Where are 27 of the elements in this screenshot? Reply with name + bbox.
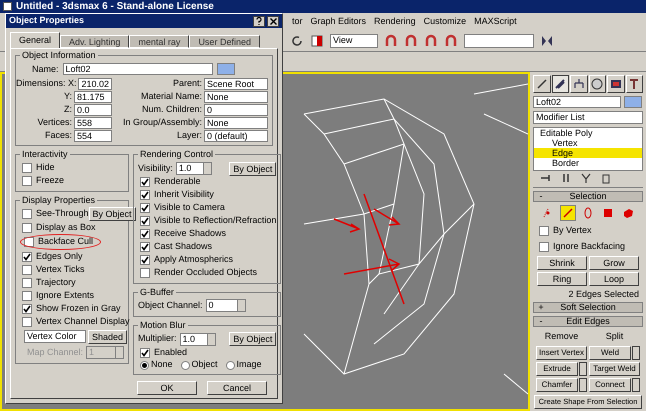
window-title: Untitled - 3dsmax 6 - Stand-alone License <box>16 2 214 12</box>
field-label: Visibility: <box>138 162 173 175</box>
field-label: Faces: <box>44 129 72 142</box>
field-label: Map Channel: <box>26 346 83 359</box>
group-title: Motion Blur <box>139 318 187 332</box>
field-label: Y: <box>64 90 72 104</box>
field-label: Multiplier: <box>138 332 177 346</box>
field-label: In Group/Assembly: <box>122 116 202 130</box>
group-title: Interactivity <box>21 148 69 161</box>
group-title: Object Information <box>21 49 97 62</box>
field-label: Parent: <box>172 77 202 90</box>
field-label: Dimensions: X: <box>16 77 76 90</box>
rollout-title: Soft Selection <box>559 303 617 312</box>
field-label: Num. Children: <box>142 103 202 116</box>
field-label: Material Name: <box>140 90 202 104</box>
group-title: Rendering Control <box>139 148 214 161</box>
group-title: G-Buffer <box>139 286 175 298</box>
selection-status: 2 Edges Selected <box>567 289 640 299</box>
field-label: Name: <box>32 62 59 76</box>
rollout-title: Selection <box>568 192 608 201</box>
field-label: Object Channel: <box>138 299 203 312</box>
field-label: Z: <box>64 103 72 116</box>
dialog-title: Object Properties <box>9 14 86 28</box>
field-label: Layer: <box>176 129 202 142</box>
field-label: Vertices: <box>37 116 72 130</box>
group-title: Display Properties <box>21 194 96 207</box>
rollout-title: Edit Edges <box>565 317 611 326</box>
